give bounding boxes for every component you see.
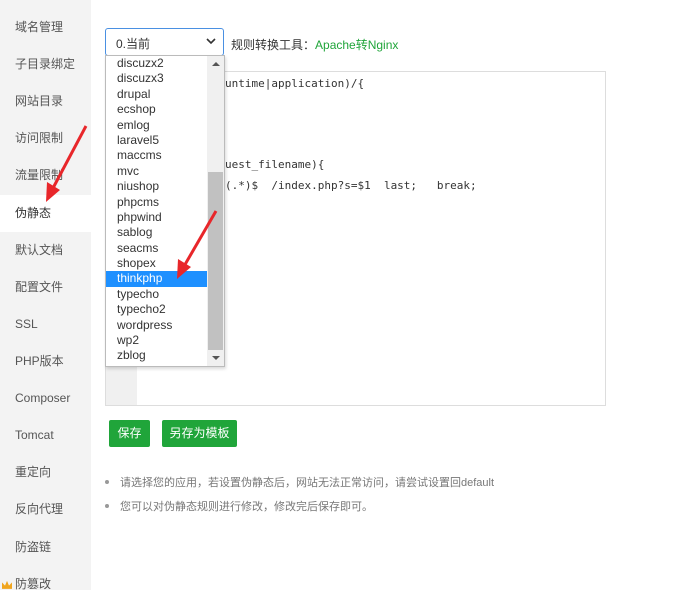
scroll-down-icon[interactable] (212, 356, 220, 360)
sidebar-item-tamper[interactable]: 防篡改 (0, 566, 91, 603)
rule-tool: 规则转换工具：Apache转Nginx (231, 36, 398, 53)
dropdown-option-discuzx3[interactable]: discuzx3 (106, 71, 218, 86)
sidebar-item-composer[interactable]: Composer (0, 380, 91, 417)
dropdown-option-typecho[interactable]: typecho (106, 287, 218, 302)
code-line: (.*)$ /index.php?s=$1 last; break; (225, 179, 477, 192)
sidebar-item-redirect[interactable]: 重定向 (0, 454, 91, 491)
chevron-down-icon (206, 38, 216, 45)
dropdown-option-wp2[interactable]: wp2 (106, 333, 218, 348)
dropdown-option-phpwind[interactable]: phpwind (106, 210, 218, 225)
scroll-up-icon[interactable] (212, 62, 220, 66)
dropdown-option-maccms[interactable]: maccms (106, 148, 218, 163)
sidebar-item-php-version[interactable]: PHP版本 (0, 343, 91, 380)
sidebar-item-hotlink[interactable]: 防盗链 (0, 529, 91, 566)
select-value: 0.当前 (116, 37, 151, 51)
dropdown-option-shopex[interactable]: shopex (106, 256, 218, 271)
dropdown-option-mvc[interactable]: mvc (106, 164, 218, 179)
dropdown-option-wordpress[interactable]: wordpress (106, 318, 218, 333)
sidebar-item-site-dir[interactable]: 网站目录 (0, 83, 91, 120)
sidebar-item-access-limit[interactable]: 访问限制 (0, 120, 91, 157)
dropdown-option-thinkphp[interactable]: thinkphp (106, 271, 218, 287)
sidebar-item-traffic-limit[interactable]: 流量限制 (0, 157, 91, 194)
code-line: untime|application)/{ (225, 77, 365, 90)
code-line: uest_filename){ (225, 158, 325, 171)
crown-icon (2, 580, 12, 589)
sidebar-item-default-doc[interactable]: 默认文档 (0, 232, 91, 269)
sidebar-item-ssl[interactable]: SSL (0, 306, 91, 343)
tip-item: 请选择您的应用，若设置伪静态后，网站无法正常访问，请尝试设置回default (104, 474, 494, 490)
dropdown-option-typecho2[interactable]: typecho2 (106, 302, 218, 317)
save-button[interactable]: 保存 (109, 420, 150, 447)
save-as-template-button[interactable]: 另存为模板 (162, 420, 237, 447)
dropdown-option-phpcms[interactable]: phpcms (106, 195, 218, 210)
dropdown-option-niushop[interactable]: niushop (106, 179, 218, 194)
tip-item: 您可以对伪静态规则进行修改，修改完后保存即可。 (104, 498, 494, 514)
dropdown-scrollbar[interactable] (207, 56, 224, 366)
apache-to-nginx-link[interactable]: Apache转Nginx (315, 38, 398, 52)
dropdown-option-zblog[interactable]: zblog (106, 348, 218, 363)
scrollbar-thumb[interactable] (208, 172, 223, 350)
sidebar-item-domain[interactable]: 域名管理 (0, 9, 91, 46)
dropdown-option-laravel5[interactable]: laravel5 (106, 133, 218, 148)
sidebar-item-reverse-proxy[interactable]: 反向代理 (0, 491, 91, 528)
sidebar-item-tomcat[interactable]: Tomcat (0, 417, 91, 454)
sidebar-item-config[interactable]: 配置文件 (0, 269, 91, 306)
tips-list: 请选择您的应用，若设置伪静态后，网站无法正常访问，请尝试设置回default 您… (104, 474, 494, 522)
dropdown-option-drupal[interactable]: drupal (106, 87, 218, 102)
sidebar-item-label: 防篡改 (15, 577, 52, 591)
rule-tool-label: 规则转换工具： (231, 38, 316, 52)
sidebar-item-subdir[interactable]: 子目录绑定 (0, 46, 91, 83)
dropdown-option-ecshop[interactable]: ecshop (106, 102, 218, 117)
template-select[interactable]: 0.当前 (105, 28, 224, 56)
dropdown-option-sablog[interactable]: sablog (106, 225, 218, 240)
dropdown-option-discuzx2[interactable]: discuzx2 (106, 56, 218, 71)
sidebar: 域名管理 子目录绑定 网站目录 访问限制 流量限制 伪静态 默认文档 配置文件 … (0, 0, 91, 591)
template-dropdown-list[interactable]: discuzx2 discuzx3 drupal ecshop emlog laravel… (105, 55, 225, 367)
dropdown-option-seacms[interactable]: seacms (106, 241, 218, 256)
dropdown-option-emlog[interactable]: emlog (106, 118, 218, 133)
sidebar-item-rewrite[interactable]: 伪静态 (0, 195, 91, 232)
